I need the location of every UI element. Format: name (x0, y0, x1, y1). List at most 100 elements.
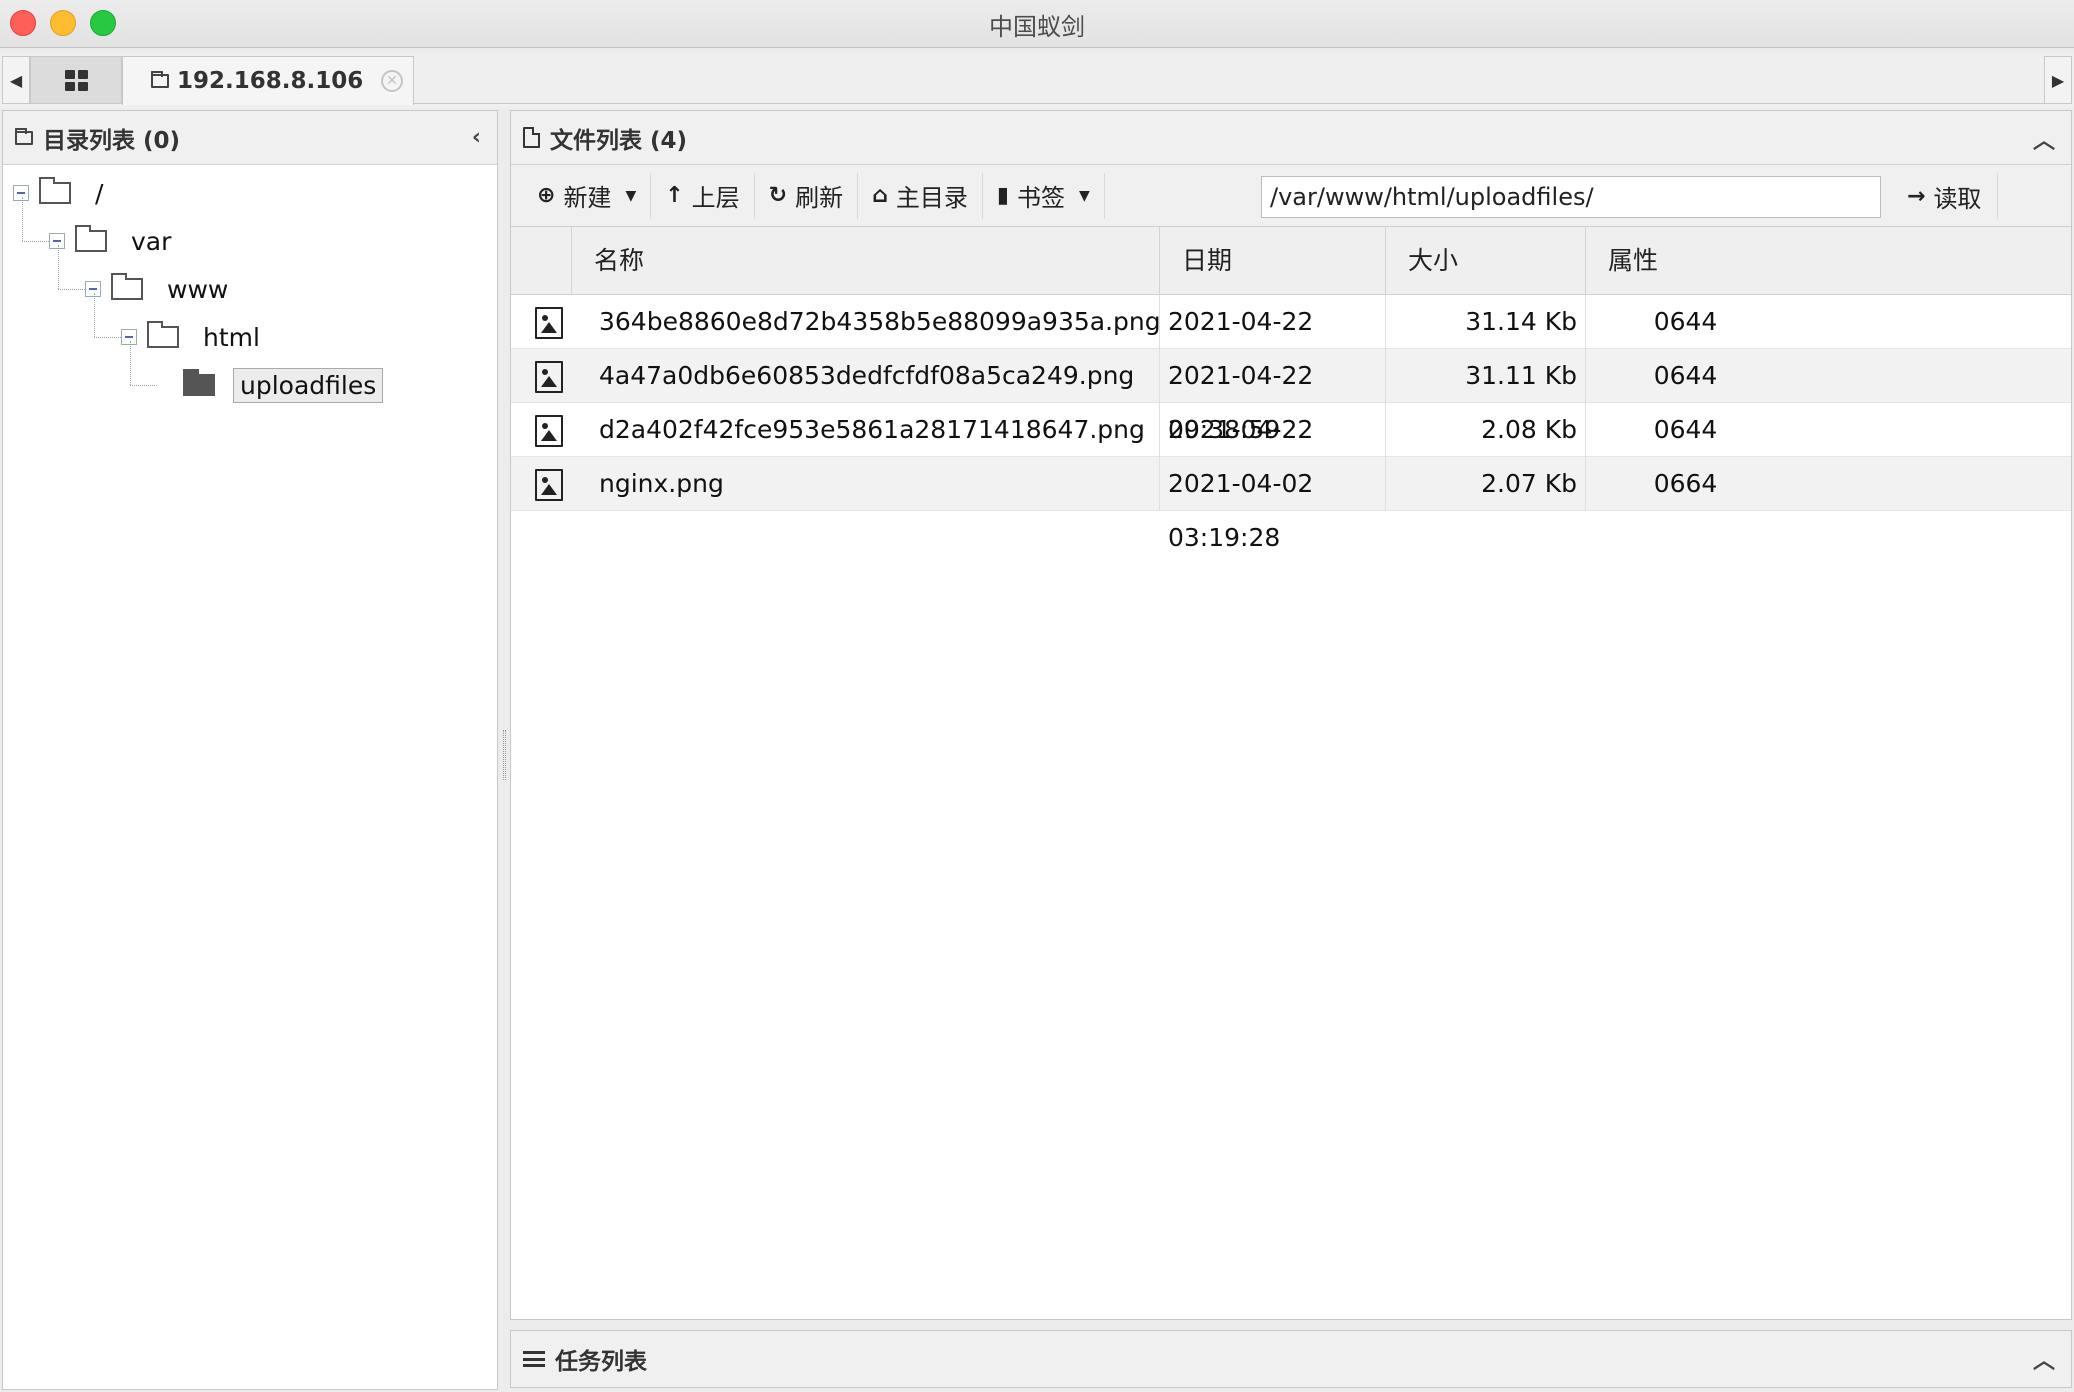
image-file-icon (535, 469, 563, 501)
tree-node-html[interactable]: html (121, 317, 266, 357)
file-attr-cell: 0644 (1585, 403, 1785, 457)
tab-shell-session[interactable]: 192.168.8.106 ✕ (122, 56, 414, 105)
column-header-attr[interactable]: 属性 (1585, 227, 1785, 295)
tab-bar: ◀ 192.168.8.106 ✕ ▶ (0, 52, 2074, 108)
file-date-cell: 2021-04-22 09:38:59 (1159, 349, 1385, 444)
file-name-cell: nginx.png (599, 469, 724, 498)
tree-connector (130, 341, 131, 385)
image-file-icon (535, 361, 563, 393)
file-icon (523, 127, 540, 148)
tree-node-www[interactable]: www (85, 269, 234, 309)
file-toolbar: ⊕ 新建 ▼ ↑ 上层 ↻ 刷新 ⌂ 主目录 ▮ 书签 ▼ /var/www/h… (511, 165, 2071, 227)
folder-filled-icon (183, 369, 215, 396)
column-header-name[interactable]: 名称 (571, 227, 1159, 295)
column-header-date[interactable]: 日期 (1159, 227, 1385, 295)
file-row[interactable]: 4a47a0db6e60853dedfcfdf08a5ca249.png 2021… (511, 349, 2071, 444)
tree-collapse-toggle-icon[interactable] (49, 233, 65, 249)
refresh-icon: ↻ (768, 183, 788, 208)
file-grid-header: 名称 日期 大小 属性 (511, 227, 2071, 295)
directory-panel-title: 目录列表 (0) (43, 127, 181, 154)
collapse-panel-chevron-up-icon[interactable]: ︿ (2033, 123, 2055, 155)
file-date-cell: 2021-04-02 03:19:28 (1159, 457, 1385, 552)
panel-splitter[interactable] (500, 110, 510, 1390)
collapse-panel-chevron-left-icon[interactable]: ‹ (472, 125, 481, 150)
close-tab-icon[interactable]: ✕ (381, 70, 403, 92)
file-date-cell: 2021-04-22 09:41:48 (1159, 403, 1385, 498)
plus-circle-icon: ⊕ (537, 183, 556, 208)
file-row[interactable]: nginx.png 2021-04-02 03:19:28 2.07 Kb 0664 (511, 457, 2071, 552)
tree-node-root[interactable]: / (13, 173, 109, 213)
new-dropdown-button[interactable]: ⊕ 新建 ▼ (523, 172, 652, 219)
tree-node-label[interactable]: www (161, 273, 234, 306)
file-row[interactable]: d2a402f42fce953e5861a28171418647.png 2021… (511, 403, 2071, 498)
list-icon (523, 1351, 545, 1367)
tab-home[interactable] (30, 56, 122, 104)
image-file-icon (535, 307, 563, 339)
tab-label: 192.168.8.106 (177, 68, 364, 94)
tab-scroll-right-button[interactable]: ▶ (2044, 56, 2072, 104)
tree-collapse-toggle-icon[interactable] (85, 281, 101, 297)
file-panel: 文件列表 (4) ︿ ⊕ 新建 ▼ ↑ 上层 ↻ 刷新 ⌂ 主目录 ▮ 书签 ▼… (510, 110, 2072, 1320)
file-size-cell: 31.11 Kb (1385, 349, 1585, 403)
tree-connector (130, 385, 157, 386)
home-directory-button[interactable]: ⌂ 主目录 (858, 172, 983, 219)
file-rows: 364be8860e8d72b4358b5e88099a935a.png 2021… (511, 295, 2071, 552)
title-bar: 中国蚁剑 (0, 0, 2074, 48)
folder-icon (15, 127, 33, 145)
column-header-size[interactable]: 大小 (1385, 227, 1585, 295)
tree-node-var[interactable]: var (49, 221, 177, 261)
tree-connector (58, 289, 85, 290)
tree-collapse-toggle-icon[interactable] (121, 329, 137, 345)
folder-icon (111, 273, 143, 300)
arrow-right-icon: → (1907, 183, 1926, 209)
tree-node-label[interactable]: var (125, 225, 177, 258)
image-file-icon (535, 415, 563, 447)
bookmark-dropdown-button[interactable]: ▮ 书签 ▼ (983, 172, 1105, 219)
arrow-up-icon: ↑ (665, 183, 684, 208)
file-name-cell: 364be8860e8d72b4358b5e88099a935a.png (599, 307, 1161, 336)
tree-node-label[interactable]: uploadfiles (233, 367, 384, 403)
tree-connector (22, 241, 49, 242)
folder-icon (75, 225, 107, 252)
file-row[interactable]: 364be8860e8d72b4358b5e88099a935a.png 2021… (511, 295, 2071, 390)
caret-down-icon: ▼ (1078, 187, 1090, 204)
dashboard-grid-icon (64, 69, 88, 91)
directory-tree: / var www html uploadfiles (3, 165, 497, 1265)
file-date-cell: 2021-04-22 09:37:42 (1159, 295, 1385, 390)
tree-connector (94, 293, 95, 337)
file-panel-title: 文件列表 (4) (550, 127, 688, 154)
caret-down-icon: ▼ (625, 187, 637, 204)
bookmark-icon: ▮ (996, 183, 1009, 208)
tree-connector (94, 337, 121, 338)
refresh-label: 刷新 (795, 184, 844, 212)
expand-tasks-chevron-up-icon[interactable]: ︿ (2033, 1343, 2055, 1375)
path-input[interactable] (1261, 176, 1881, 218)
file-panel-header: 文件列表 (4) ︿ (511, 111, 2071, 165)
tab-scroll-left-button[interactable]: ◀ (2, 56, 30, 104)
window-title: 中国蚁剑 (989, 13, 1085, 41)
splitter-grip[interactable] (503, 730, 506, 780)
file-name-cell: 4a47a0db6e60853dedfcfdf08a5ca249.png (599, 361, 1135, 390)
file-size-cell: 2.07 Kb (1385, 457, 1585, 511)
up-level-button[interactable]: ↑ 上层 (651, 172, 755, 219)
tree-node-label[interactable]: / (89, 177, 109, 210)
folder-icon (147, 321, 179, 348)
folder-icon (39, 177, 71, 204)
read-path-button[interactable]: → 读取 (1891, 173, 1999, 219)
file-size-cell: 2.08 Kb (1385, 403, 1585, 457)
icon-column-header[interactable] (511, 227, 571, 295)
folder-icon (151, 71, 169, 88)
read-label: 读取 (1933, 184, 1982, 213)
tree-connector (58, 245, 59, 289)
directory-panel: 目录列表 (0) ‹ / var www html uploadfiles (2, 110, 498, 1390)
bookmark-label: 书签 (1016, 184, 1065, 212)
tab-strip: 192.168.8.106 ✕ (30, 56, 2044, 105)
home-label: 主目录 (895, 184, 968, 212)
file-name-cell: d2a402f42fce953e5861a28171418647.png (599, 415, 1145, 444)
refresh-button[interactable]: ↻ 刷新 (755, 172, 859, 219)
file-size-cell: 31.14 Kb (1385, 295, 1585, 349)
file-attr-cell: 0644 (1585, 295, 1785, 349)
tree-node-uploadfiles[interactable]: uploadfiles (157, 365, 384, 405)
tree-node-label[interactable]: html (197, 321, 266, 354)
tree-collapse-toggle-icon[interactable] (13, 185, 29, 201)
